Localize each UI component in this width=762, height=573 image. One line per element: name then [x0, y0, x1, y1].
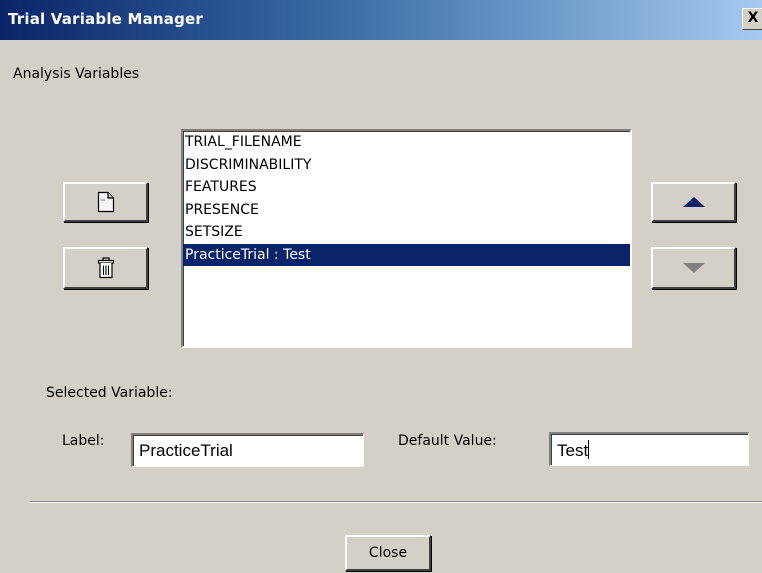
- list-item[interactable]: TRIAL_FILENAME: [183, 131, 630, 154]
- label-caption: Label:: [62, 433, 105, 449]
- label-field[interactable]: PracticeTrial: [131, 433, 364, 467]
- delete-variable-button[interactable]: [63, 247, 148, 289]
- trash-icon: [97, 257, 114, 279]
- analysis-variables-label: Analysis Variables: [13, 66, 140, 82]
- separator: [30, 501, 762, 503]
- label-field-value: PracticeTrial: [139, 441, 233, 460]
- default-value-field[interactable]: Test: [549, 432, 749, 466]
- selected-variable-heading: Selected Variable:: [46, 385, 173, 401]
- close-button[interactable]: Close: [345, 535, 431, 571]
- list-item[interactable]: DISCRIMINABILITY: [183, 154, 630, 177]
- add-variable-button[interactable]: [63, 182, 148, 222]
- window-title: Trial Variable Manager: [8, 10, 204, 28]
- list-item[interactable]: FEATURES: [183, 176, 630, 199]
- move-down-button[interactable]: [651, 247, 736, 289]
- close-window-button[interactable]: X: [742, 8, 762, 30]
- variables-list[interactable]: TRIAL_FILENAME DISCRIMINABILITY FEATURES PR…: [181, 129, 632, 348]
- text-cursor: [588, 440, 590, 459]
- list-item[interactable]: SETSIZE: [183, 221, 630, 244]
- move-up-button[interactable]: [651, 182, 736, 222]
- arrow-up-icon: [682, 197, 705, 207]
- list-item[interactable]: PRESENCE: [183, 199, 630, 222]
- list-item[interactable]: PracticeTrial : Test: [183, 243, 630, 266]
- default-value-field-value: Test: [557, 441, 589, 460]
- new-document-icon: [97, 191, 114, 213]
- title-bar: Trial Variable Manager X: [0, 0, 762, 40]
- arrow-down-icon: [682, 263, 705, 273]
- default-value-caption: Default Value:: [398, 433, 497, 449]
